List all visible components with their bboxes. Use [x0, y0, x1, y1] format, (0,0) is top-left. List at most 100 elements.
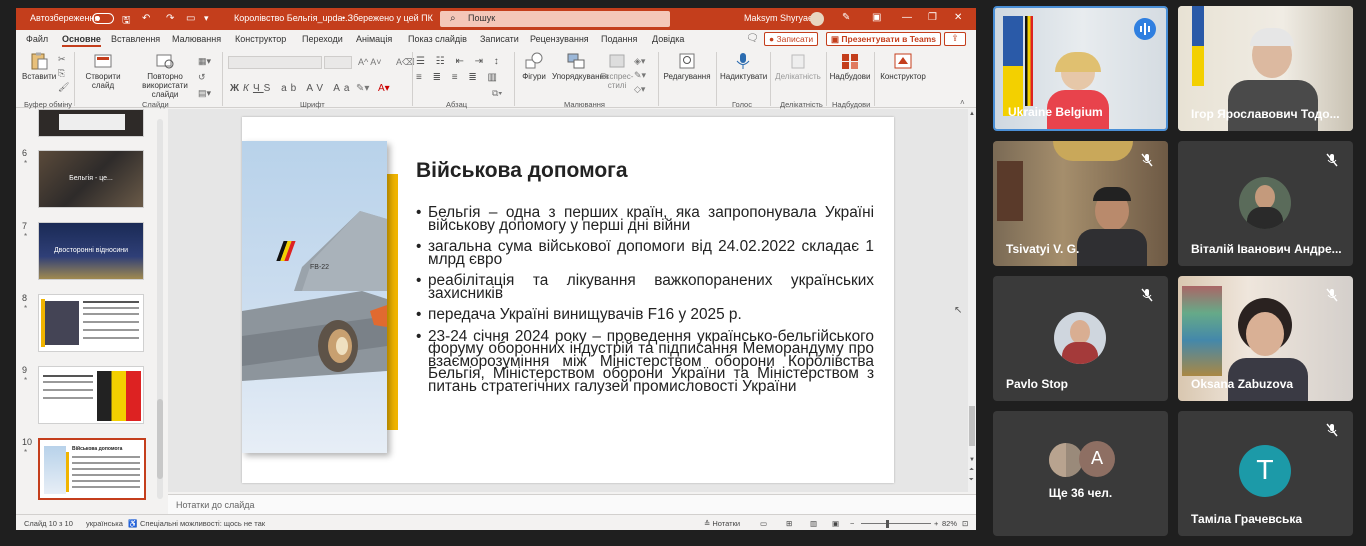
tab-view[interactable]: Подання: [601, 34, 637, 44]
slide-title[interactable]: Військова допомога: [416, 159, 628, 183]
next-slide-icon[interactable]: ⏷: [969, 477, 974, 484]
tab-record[interactable]: Записати: [480, 34, 519, 44]
slide-sorter-icon[interactable]: ⊞: [786, 519, 792, 528]
tab-help[interactable]: Довідка: [652, 34, 684, 44]
accessibility-icon[interactable]: ♿: [128, 519, 137, 528]
paste-button[interactable]: Вставити: [22, 52, 56, 81]
ribbon-display-icon[interactable]: ▣: [872, 12, 881, 23]
close-icon[interactable]: ✕: [954, 12, 962, 23]
slideshow-icon[interactable]: ▣: [832, 519, 839, 528]
tab-design[interactable]: Конструктор: [235, 34, 286, 44]
participant-tile[interactable]: Oksana Zabuzova: [1178, 276, 1353, 401]
quick-styles-button[interactable]: Експрес-стилі: [600, 52, 634, 90]
dictate-button[interactable]: Надиктувати: [720, 52, 767, 81]
shapes-button[interactable]: Фігури: [520, 52, 548, 81]
participant-tile[interactable]: Tsivatyi V. G.: [993, 141, 1168, 266]
tab-insert[interactable]: Вставлення: [111, 34, 160, 44]
shape-outline-icon[interactable]: ✎▾: [634, 70, 646, 81]
sensitivity-button[interactable]: Делікатність: [772, 52, 824, 81]
addins-button[interactable]: Надбудови: [828, 52, 872, 81]
cut-icon[interactable]: ✂: [58, 54, 66, 65]
save-icon[interactable]: 🖫: [122, 13, 131, 30]
pen-icon[interactable]: ✎: [842, 12, 850, 23]
user-name[interactable]: Maksym Shyryaev: [744, 13, 818, 23]
record-button[interactable]: ● Записати: [764, 32, 819, 46]
zoom-in-icon[interactable]: +: [934, 519, 938, 528]
notes-pane[interactable]: Нотатки до слайда: [168, 494, 976, 514]
tab-transitions[interactable]: Переходи: [302, 34, 343, 44]
font-color-icon[interactable]: A▾: [378, 83, 390, 94]
more-participants-tile[interactable]: A Ще 36 чел.: [993, 411, 1168, 536]
zoom-out-icon[interactable]: −: [850, 519, 854, 528]
scroll-down-icon[interactable]: ▼: [969, 457, 975, 463]
section-icon[interactable]: ▤▾: [198, 88, 211, 99]
copy-icon[interactable]: ⎘: [58, 68, 65, 79]
zoom-slider[interactable]: [861, 523, 931, 524]
participant-tile[interactable]: Pavlo Stop: [993, 276, 1168, 401]
tab-slide-show[interactable]: Показ слайдів: [408, 34, 467, 44]
undo-icon[interactable]: ↶: [142, 13, 150, 24]
present-from-start-icon[interactable]: ▭: [186, 13, 195, 24]
saved-status[interactable]: • Збережено у цей ПК: [342, 13, 433, 23]
format-painter-icon[interactable]: 🖌: [58, 82, 69, 93]
shape-effects-icon[interactable]: ◇▾: [634, 84, 645, 95]
highlight-icon[interactable]: ✎▾: [356, 83, 369, 94]
columns-icon[interactable]: ⧉▾: [492, 88, 502, 99]
editor-scrollbar[interactable]: ▲ ▼ ⏶ ⏷: [968, 109, 976, 492]
current-slide[interactable]: FB-22 Військова допомога Бельгія – одна …: [242, 117, 894, 483]
language-indicator[interactable]: українська: [86, 519, 123, 528]
editing-button[interactable]: Редагування: [662, 52, 712, 81]
list-buttons[interactable]: ☰ ☷ ⇤ ⇥ ↕: [416, 56, 503, 67]
slide-thumbnail-10[interactable]: Військова допомога: [38, 438, 146, 500]
slide-thumbnail-6[interactable]: Бельгія - це...: [38, 150, 144, 208]
slide-thumbnail-5[interactable]: [38, 109, 144, 137]
zoom-level[interactable]: 82%: [942, 519, 957, 528]
normal-view-icon[interactable]: ▭: [760, 519, 767, 528]
font-style-buttons[interactable]: ЖКЧS ab AV Aa: [230, 83, 353, 94]
user-avatar[interactable]: [810, 12, 824, 26]
customize-toolbar-icon[interactable]: ▾: [204, 13, 209, 24]
thumbnails-scrollbar-thumb[interactable]: [157, 399, 163, 479]
layout-icon[interactable]: ▦▾: [198, 56, 211, 67]
previous-slide-icon[interactable]: ⏶: [969, 467, 974, 474]
fit-to-window-icon[interactable]: ⊡: [962, 519, 968, 528]
tab-file[interactable]: Файл: [26, 34, 48, 44]
reuse-slides-button[interactable]: Повторно використати слайди: [136, 52, 194, 99]
search-box[interactable]: ⌕ Пошук: [440, 11, 670, 27]
present-in-teams-button[interactable]: ▣ Презентувати в Teams: [826, 32, 941, 46]
alignment-buttons[interactable]: ≡ ≣ ≡ ≣ ▥: [416, 72, 501, 83]
arrange-button[interactable]: Упорядкування: [552, 52, 608, 81]
restore-icon[interactable]: ❐: [928, 12, 937, 23]
collapse-ribbon-icon[interactable]: ˄: [960, 98, 965, 107]
font-name-select[interactable]: [228, 56, 322, 69]
participant-tile[interactable]: Ігор Ярославович Тодо...: [1178, 6, 1353, 131]
designer-button[interactable]: Конструктор: [878, 52, 928, 81]
slide-thumbnail-8[interactable]: [38, 294, 144, 352]
tab-animations[interactable]: Анімація: [356, 34, 392, 44]
grow-font-icon[interactable]: A^ A˅: [358, 57, 382, 67]
editor-scrollbar-thumb[interactable]: [969, 406, 975, 446]
tab-draw[interactable]: Малювання: [172, 34, 221, 44]
autosave-toggle[interactable]: [92, 13, 114, 24]
font-size-select[interactable]: [324, 56, 352, 69]
slide-thumbnail-7[interactable]: Двосторонні відносини: [38, 222, 144, 280]
reading-view-icon[interactable]: ▥: [810, 519, 817, 528]
redo-icon[interactable]: ↷: [166, 13, 174, 24]
notes-toggle[interactable]: ≙ Нотатки: [704, 519, 740, 528]
share-button[interactable]: ⇪: [944, 32, 966, 46]
accessibility-status[interactable]: Спеціальні можливості: щось не так: [140, 519, 265, 528]
scroll-up-icon[interactable]: ▲: [969, 111, 975, 117]
tab-home[interactable]: Основне: [62, 34, 101, 47]
zoom-slider-knob[interactable]: [886, 520, 889, 528]
participant-tile[interactable]: Ukraine Belgium: [993, 6, 1168, 131]
participant-tile[interactable]: T Таміла Грачевська: [1178, 411, 1353, 536]
slide-thumbnail-9[interactable]: [38, 366, 144, 424]
shape-fill-icon[interactable]: ◈▾: [634, 56, 645, 67]
participant-tile[interactable]: Віталій Іванович Андре...: [1178, 141, 1353, 266]
tab-review[interactable]: Рецензування: [530, 34, 589, 44]
minimize-icon[interactable]: —: [902, 12, 912, 23]
reset-icon[interactable]: ↺: [198, 72, 206, 83]
new-slide-button[interactable]: Створити слайд: [80, 52, 126, 90]
slide-bullets[interactable]: Бельгія – одна з перших країн, яка запро…: [416, 205, 874, 402]
comments-icon[interactable]: 🗨: [746, 33, 759, 44]
